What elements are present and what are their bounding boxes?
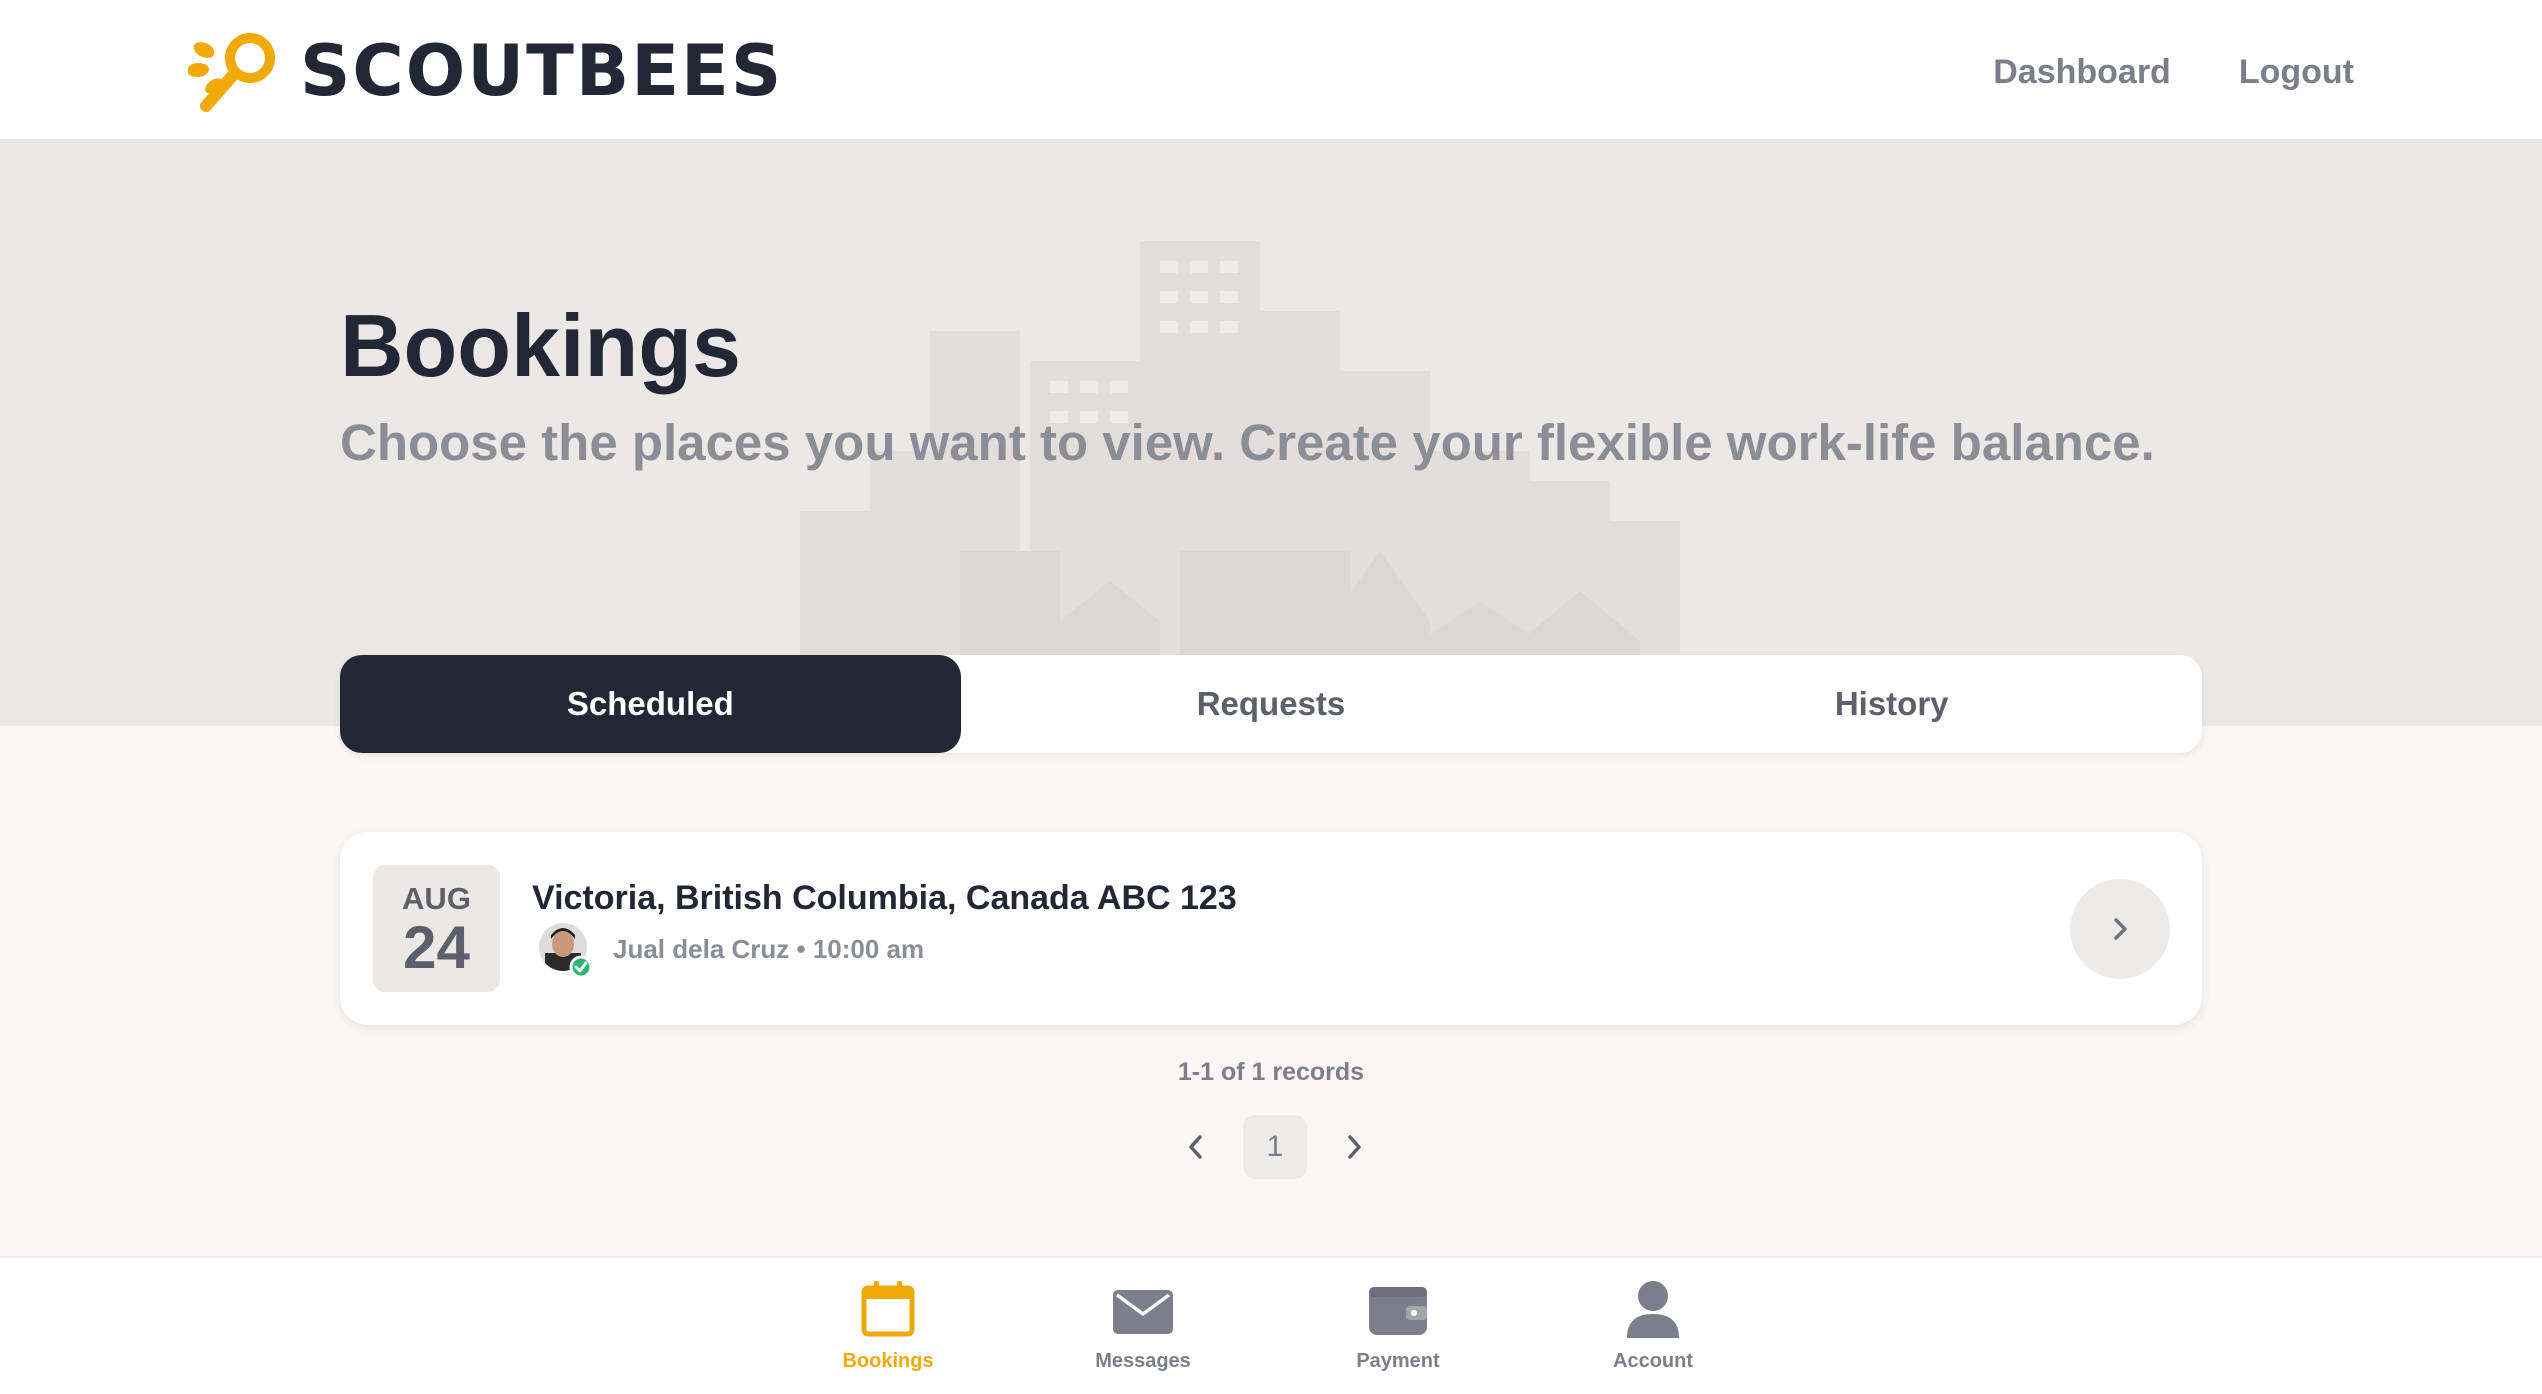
bottom-nav-payment[interactable]: Payment bbox=[1318, 1278, 1478, 1374]
bottom-nav-messages[interactable]: Messages bbox=[1063, 1278, 1223, 1374]
hero-banner: Bookings Choose the places you want to v… bbox=[0, 141, 2542, 726]
bottom-nav-bookings[interactable]: Bookings bbox=[808, 1278, 968, 1374]
tab-history[interactable]: History bbox=[1581, 655, 2202, 753]
avatar bbox=[539, 923, 593, 979]
bottom-nav: Bookings Messages Payment Account bbox=[0, 1256, 2542, 1394]
chevron-right-icon bbox=[2114, 918, 2127, 940]
brand-name: SCOUTBEES bbox=[300, 30, 784, 112]
bottom-nav-account[interactable]: Account bbox=[1573, 1278, 1733, 1374]
booking-card[interactable]: AUG 24 Victoria, British Columbia, Canad… bbox=[340, 832, 2202, 1025]
nav-dashboard-link[interactable]: Dashboard bbox=[1993, 46, 2171, 98]
wallet-icon bbox=[1369, 1287, 1427, 1335]
booking-host-time: Jual dela Cruz • 10:00 am bbox=[613, 934, 925, 964]
verified-check-icon bbox=[569, 955, 593, 979]
pagination: 1 bbox=[1171, 1115, 1379, 1179]
chevron-right-icon bbox=[1348, 1135, 1361, 1159]
brand-logo[interactable]: SCOUTBEES bbox=[188, 26, 783, 116]
booking-tabs: Scheduled Requests History bbox=[340, 655, 2202, 753]
header-nav: Dashboard Logout bbox=[1993, 46, 2354, 98]
next-page-button[interactable] bbox=[1329, 1115, 1379, 1179]
bottom-nav-account-label: Account bbox=[1613, 1350, 1693, 1372]
records-count: 1-1 of 1 records bbox=[1177, 1058, 1365, 1086]
page-title: Bookings bbox=[340, 296, 741, 395]
user-icon bbox=[1627, 1281, 1679, 1338]
booking-day: 24 bbox=[403, 914, 470, 981]
bottom-nav-payment-label: Payment bbox=[1356, 1350, 1440, 1372]
booking-month: AUG bbox=[402, 881, 471, 916]
tab-requests[interactable]: Requests bbox=[961, 655, 1582, 753]
page-number-button[interactable]: 1 bbox=[1243, 1115, 1307, 1179]
booking-date-badge: AUG 24 bbox=[373, 865, 500, 992]
bottom-nav-bookings-label: Bookings bbox=[842, 1350, 934, 1372]
bee-logo-icon bbox=[188, 33, 275, 112]
open-booking-button[interactable] bbox=[2070, 879, 2170, 979]
tab-scheduled[interactable]: Scheduled bbox=[340, 655, 961, 753]
booking-address: Victoria, British Columbia, Canada ABC 1… bbox=[532, 879, 1237, 917]
prev-page-button[interactable] bbox=[1171, 1115, 1221, 1179]
bottom-nav-messages-label: Messages bbox=[1095, 1350, 1191, 1372]
chevron-left-icon bbox=[1189, 1135, 1202, 1159]
calendar-icon bbox=[861, 1281, 915, 1337]
nav-logout-link[interactable]: Logout bbox=[2239, 46, 2354, 98]
envelope-icon bbox=[1113, 1290, 1173, 1334]
top-bar: SCOUTBEES Dashboard Logout bbox=[0, 0, 2542, 141]
page-subtitle: Choose the places you want to view. Crea… bbox=[340, 414, 2155, 471]
